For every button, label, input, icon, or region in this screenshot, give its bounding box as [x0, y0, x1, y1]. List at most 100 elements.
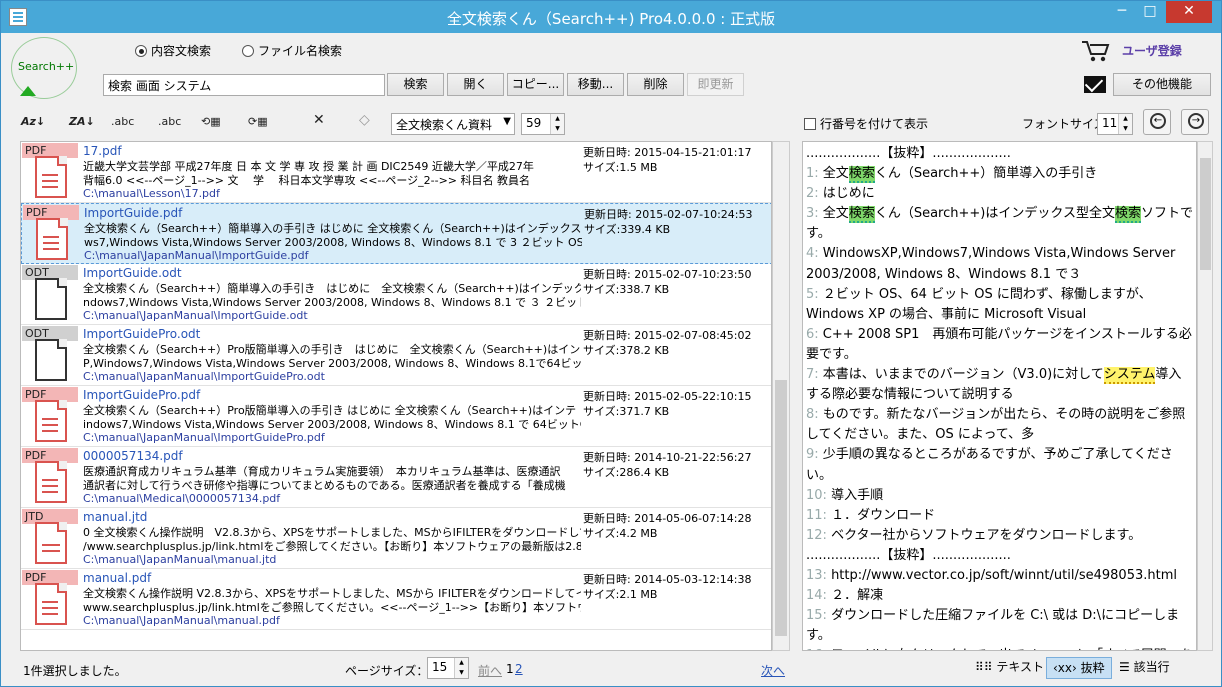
list-item[interactable]: ODT ImportGuide.odt 全文検索くん（Search++）簡単導入の手…: [21, 264, 771, 325]
tab-excerpt[interactable]: ‹xx› 抜粋: [1046, 657, 1112, 679]
tab-line[interactable]: ☰ 該当行: [1113, 657, 1176, 679]
page-size-value: 15: [432, 660, 448, 674]
preview-text: http://www.vector.co.jp/soft/winnt/util/…: [831, 567, 1177, 583]
pdf-file-icon: [36, 218, 68, 260]
preview-line: 16: ファイルに右クリックして、出てメニューに「すべて展開」をクリックします。: [806, 646, 1193, 650]
delete-button[interactable]: 削除: [627, 73, 684, 96]
preview-text: くん（Search++)はインデックス型全文: [874, 206, 1115, 222]
preview-scrollbar[interactable]: [1197, 141, 1213, 651]
line-number: 10:: [806, 487, 827, 503]
file-name[interactable]: manual.jtd: [83, 510, 147, 524]
eraser-icon[interactable]: ◇: [359, 112, 370, 128]
list-item[interactable]: PDF 0000057134.pdf 医療通訳育成カリキュラム基準（育成カリキュラム…: [21, 447, 771, 508]
lines-icon: ☰: [1119, 660, 1134, 674]
file-name[interactable]: 0000057134.pdf: [83, 449, 183, 463]
prev-hit-button[interactable]: ←: [1143, 109, 1171, 135]
preview-line: 9: 少手順の異なるところがあるですが、予めご了承してください。: [806, 445, 1193, 485]
snippet-line-2: www.searchplusplus.jp/link.htmlをご参照してくださ…: [83, 601, 581, 614]
update-now-button[interactable]: 即更新: [687, 73, 744, 96]
file-size: サイズ:4.2 MB: [583, 527, 658, 540]
modified-date: 更新日時: 2015-04-15-21:01:17: [583, 146, 752, 159]
search-bar: Search++ 内容文検索 ファイル名検索 検索 開く コピー... 移動..…: [1, 33, 1221, 103]
sort-ext-desc-icon[interactable]: .abc: [158, 115, 181, 128]
collapse-icon[interactable]: ✕: [313, 112, 325, 128]
file-name[interactable]: ImportGuidePro.odt: [83, 327, 200, 341]
odt-file-icon: [35, 339, 67, 381]
list-item[interactable]: ODT ImportGuidePro.odt 全文検索くん（Search++）Pro…: [21, 325, 771, 386]
search-button[interactable]: 検索: [387, 73, 444, 96]
snippet-line-2: ws7,Windows Vista,Windows Server 2003/20…: [84, 236, 582, 249]
file-name[interactable]: ImportGuide.pdf: [84, 206, 182, 220]
preview-line: 8: ものです。新たなバージョンが出たら、その時の説明をご参照してください。また…: [806, 405, 1193, 445]
tab-text-label: テキスト: [996, 660, 1045, 674]
file-size: サイズ:286.4 KB: [583, 466, 670, 479]
collection-select[interactable]: 全文検索くん資料 ▼: [391, 113, 515, 135]
file-path: C:\manual\JapanManual\ImportGuidePro.pdf: [83, 431, 325, 444]
next-hit-button[interactable]: →: [1181, 109, 1209, 135]
count-value: 59: [526, 116, 542, 130]
mail-icon[interactable]: [1084, 76, 1106, 93]
sort-az-icon[interactable]: Az↓: [21, 115, 45, 128]
next-page-link[interactable]: 次へ: [761, 662, 785, 679]
preview-text: 全文: [822, 166, 849, 182]
list-item[interactable]: PDF ImportGuide.pdf 全文検索くん（Search++）簡単導入の手…: [21, 203, 771, 264]
modified-date: 更新日時: 2015-02-05-22:10:15: [583, 390, 752, 403]
close-button[interactable]: ✕: [1166, 1, 1212, 23]
preview-line: 14: ２．解凍: [806, 586, 1193, 606]
list-item[interactable]: PDF manual.pdf 全文検索くん操作説明 V2.8.3から、XPSをサポー…: [21, 569, 771, 630]
line-number: 6:: [806, 326, 819, 342]
content-search-radio[interactable]: 内容文検索: [135, 42, 211, 59]
prev-page-link[interactable]: 前へ: [478, 662, 502, 679]
sort-date-asc-icon[interactable]: ⟲▦: [201, 115, 221, 128]
scrollbar-thumb[interactable]: [775, 380, 787, 636]
file-size: サイズ:338.7 KB: [583, 283, 670, 296]
preview-text: 本書は、いままでのバージョン（V3.0)に対して: [822, 367, 1104, 383]
cart-icon[interactable]: [1081, 39, 1111, 63]
pdf-file-icon: [35, 461, 67, 503]
search-input[interactable]: [103, 74, 385, 96]
minimize-button[interactable]: ─: [1109, 1, 1135, 23]
user-register-link[interactable]: ユーザ登録: [1122, 42, 1182, 59]
file-name[interactable]: ImportGuide.odt: [83, 266, 182, 280]
list-item[interactable]: PDF 17.pdf 近畿大学文芸学部 平成27年度 日 本 文 学 専 攻 授 業…: [21, 142, 771, 203]
page-2-link[interactable]: 2: [515, 662, 523, 676]
list-item[interactable]: PDF ImportGuidePro.pdf 全文検索くん（Search++）Pro…: [21, 386, 771, 447]
maximize-button[interactable]: □: [1137, 1, 1163, 23]
preview-line: 1: 全文検索くん（Search++）簡単導入の手引き: [806, 164, 1193, 184]
tab-text[interactable]: ⠿⠿ テキスト: [969, 657, 1050, 679]
file-name[interactable]: ImportGuidePro.pdf: [83, 388, 200, 402]
line-number-label: 行番号を付けて表示: [820, 117, 929, 131]
file-size: サイズ:378.2 KB: [583, 344, 670, 357]
modified-date: 更新日時: 2014-05-03-12:14:38: [583, 573, 752, 586]
sort-date-desc-icon[interactable]: ⟳▦: [248, 115, 268, 128]
scrollbar-thumb[interactable]: [1200, 158, 1211, 270]
file-path: C:\manual\JapanManual\ImportGuide.pdf: [84, 249, 309, 262]
line-number: 9:: [806, 447, 819, 463]
file-name[interactable]: manual.pdf: [83, 571, 151, 585]
preview-line: 11: １．ダウンロード: [806, 506, 1193, 526]
spinner-arrows-icon[interactable]: ▲ ▼: [454, 658, 468, 678]
open-button[interactable]: 開く: [447, 73, 504, 96]
other-functions-button[interactable]: その他機能: [1113, 73, 1211, 96]
spinner-arrows-icon[interactable]: ▲ ▼: [550, 114, 564, 134]
line-number: 13:: [806, 567, 827, 583]
file-path: C:\manual\Lesson\17.pdf: [83, 187, 220, 200]
line-number-checkbox[interactable]: 行番号を付けて表示: [804, 115, 928, 132]
preview-line: 15: ダウンロードした圧縮ファイルを C:\ 或は D:\にコピーします。: [806, 606, 1193, 646]
list-toolbar: Az↓ ZA↓ .abc .abc ⟲▦ ⟳▦ ✕ ◇ 全文検索くん資料 ▼ 59…: [1, 105, 791, 139]
file-name[interactable]: 17.pdf: [83, 144, 122, 158]
font-size-stepper[interactable]: 11 ▲ ▼: [1097, 113, 1133, 135]
count-stepper[interactable]: 59 ▲ ▼: [521, 113, 565, 135]
filename-search-radio[interactable]: ファイル名検索: [242, 42, 342, 59]
sort-za-icon[interactable]: ZA↓: [69, 115, 95, 128]
move-button[interactable]: 移動...: [567, 73, 624, 96]
preview-line: 3: 全文検索くん（Search++)はインデックス型全文検索ソフトです。: [806, 204, 1193, 244]
pdf-file-icon: [35, 400, 67, 442]
line-number: 12:: [806, 527, 827, 543]
result-scrollbar[interactable]: [772, 141, 790, 651]
list-item[interactable]: JTD manual.jtd 0 全文検索くん操作説明 V2.8.3から、XPSをサ…: [21, 508, 771, 569]
sort-ext-asc-icon[interactable]: .abc: [111, 115, 134, 128]
copy-button[interactable]: コピー...: [507, 73, 564, 96]
spinner-arrows-icon[interactable]: ▲ ▼: [1118, 114, 1132, 134]
page-size-stepper[interactable]: 15 ▲ ▼: [427, 657, 469, 679]
